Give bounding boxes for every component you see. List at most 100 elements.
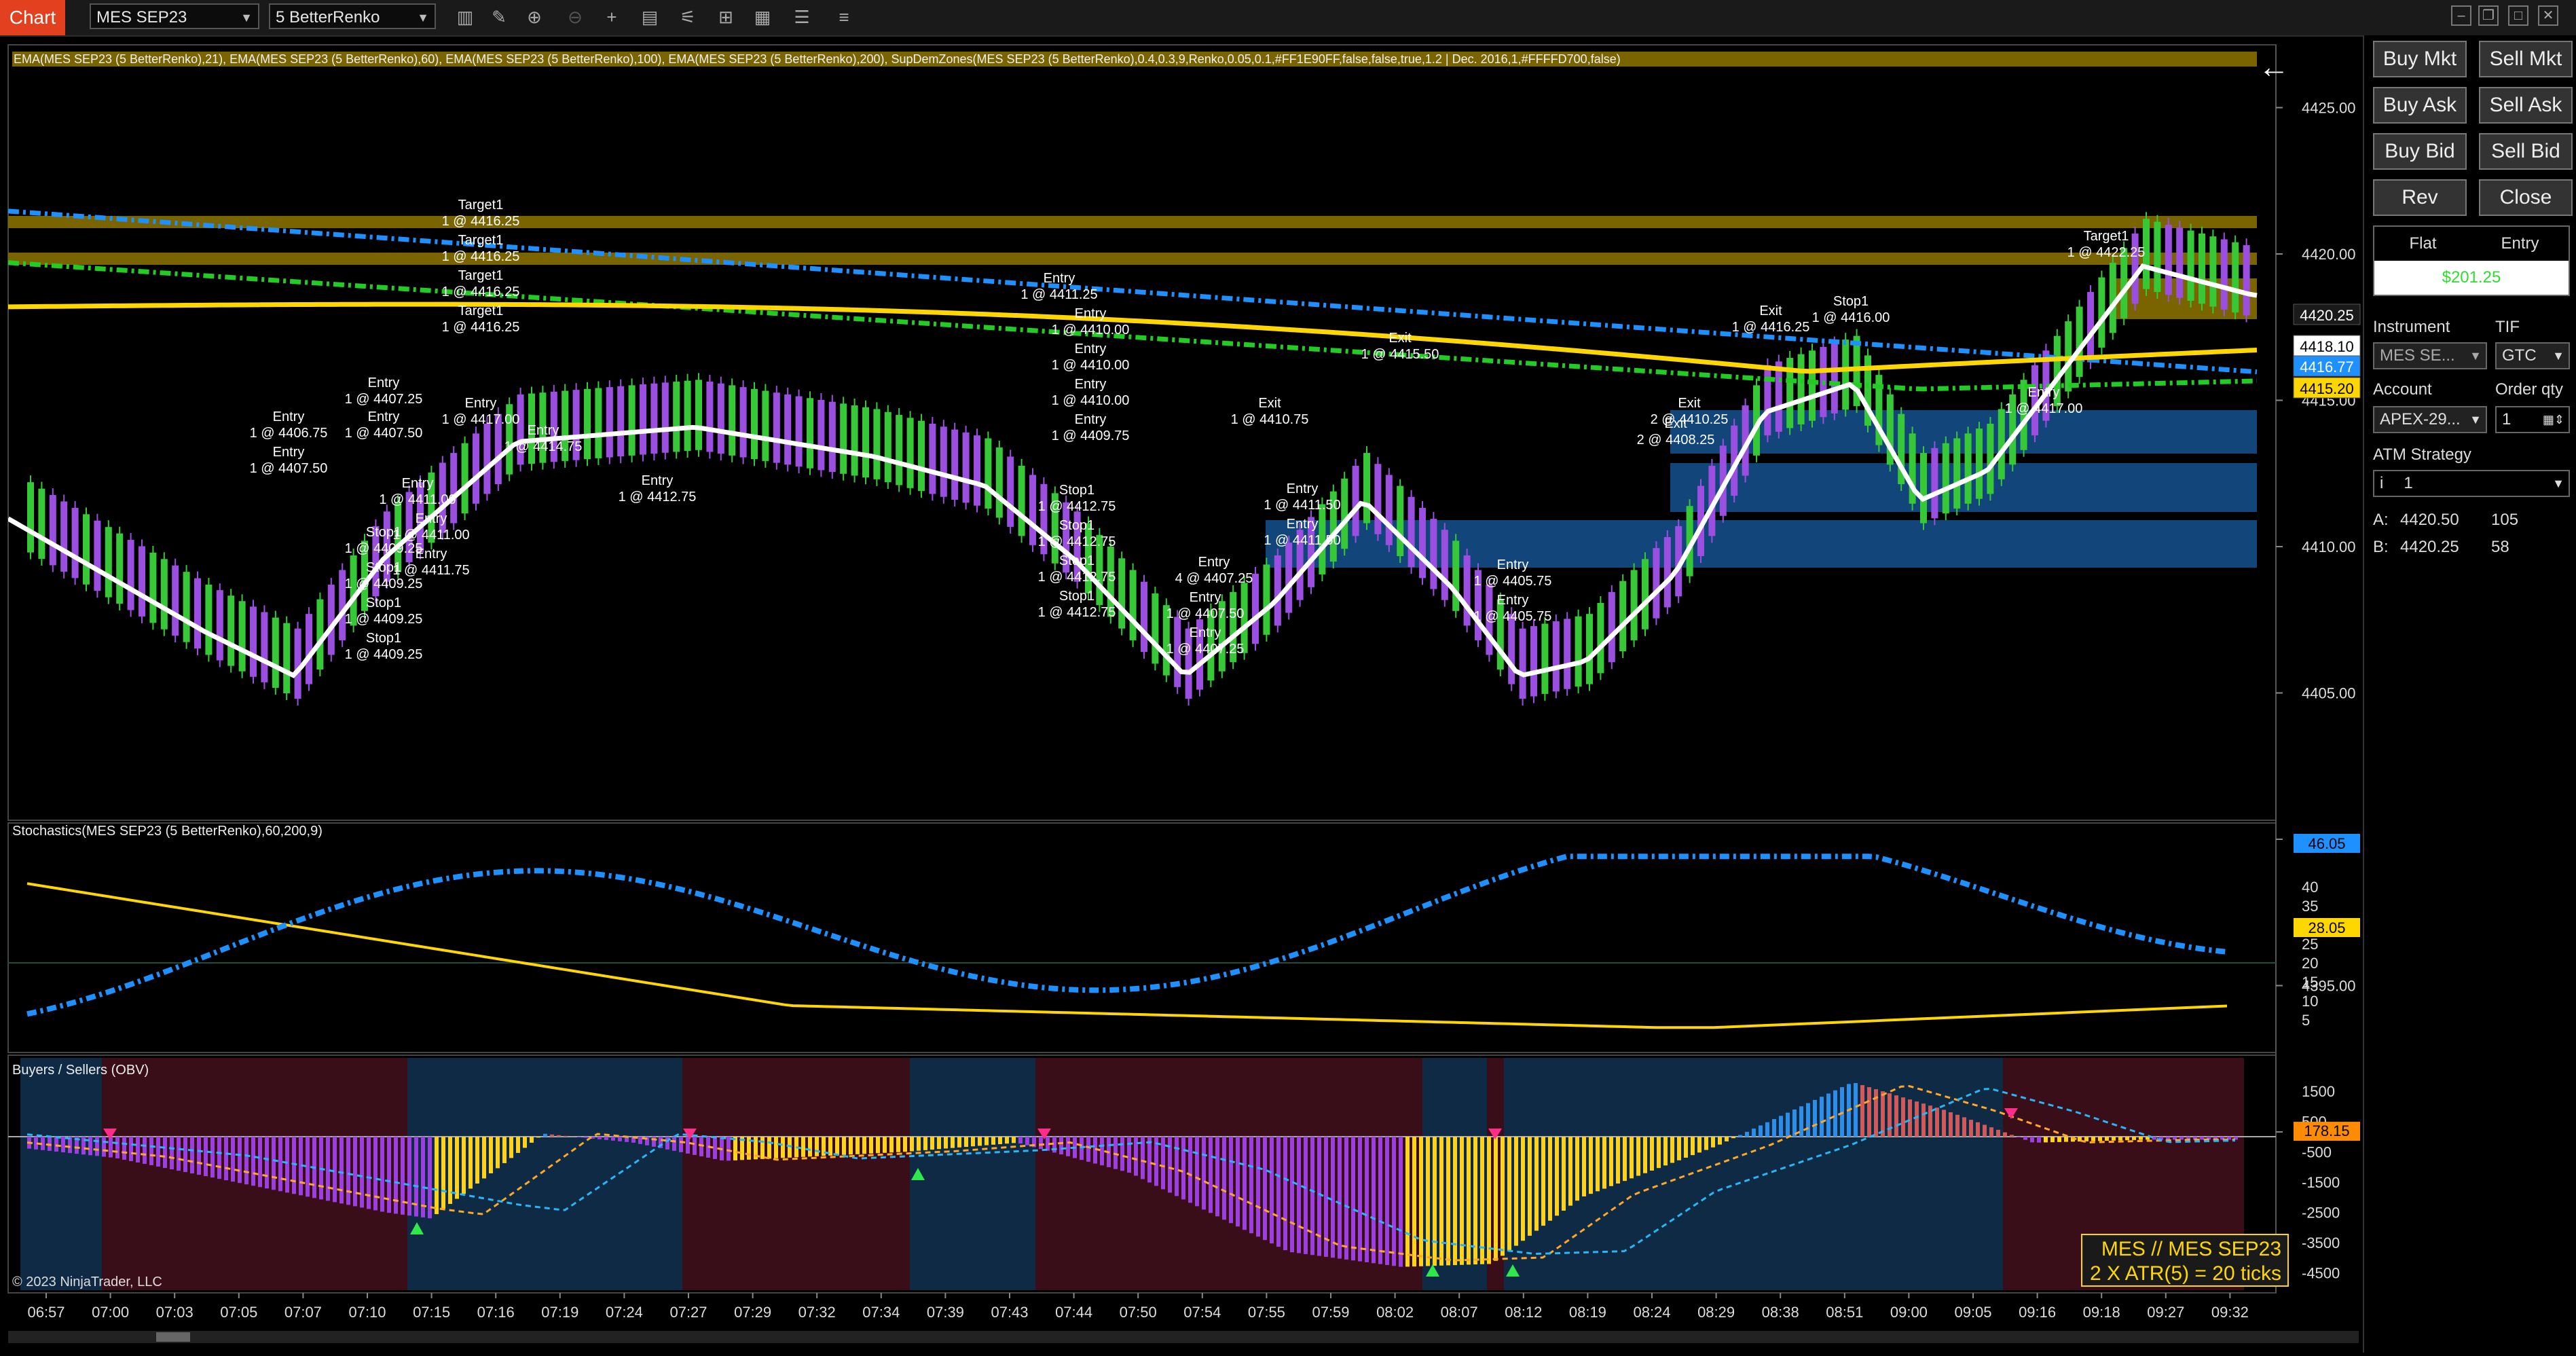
obv-bar [428, 1137, 432, 1218]
order-button-close[interactable]: Close [2479, 179, 2573, 216]
templates-icon[interactable]: ☰ [790, 5, 813, 29]
trade-label-type: Entry [1497, 557, 1529, 572]
scrollbar-thumb[interactable] [156, 1332, 190, 1342]
account-select[interactable]: APEX-29...▼ [2373, 406, 2487, 433]
obv-bar [109, 1137, 113, 1158]
candle [1831, 343, 1838, 413]
candle [1530, 626, 1537, 696]
obv-bar [1555, 1137, 1559, 1215]
candle [105, 527, 112, 597]
crosshair-icon[interactable]: + [600, 5, 623, 29]
time-tick-label: 07:05 [220, 1304, 257, 1321]
candle [796, 397, 803, 466]
order-button-sell-ask[interactable]: Sell Ask [2479, 87, 2573, 124]
obv-bar [1372, 1137, 1376, 1263]
zoom-out-icon[interactable]: ⊖ [564, 5, 587, 29]
trade-label-value: 1 @ 4407.25 [345, 392, 423, 407]
instrument-selector[interactable]: MES SEP23▼ [90, 3, 259, 29]
trade-label-type: Entry [1190, 590, 1221, 605]
trade-label-value: 2 @ 4408.25 [1637, 433, 1715, 447]
obv-bar [1344, 1137, 1348, 1260]
strategies-icon[interactable]: ⊞ [714, 5, 737, 29]
back-arrow-icon[interactable]: ← [2258, 49, 2289, 84]
trade-label-value: 1 @ 4411.50 [1264, 498, 1340, 513]
instrument-select[interactable]: MES SE...▼ [2373, 342, 2487, 369]
order-button-buy-mkt[interactable]: Buy Mkt [2373, 41, 2467, 77]
close-icon[interactable]: ✕ [2538, 5, 2558, 26]
demand-zone [1670, 463, 2257, 512]
chevron-down-icon: ▼ [240, 5, 253, 31]
obv-bar [170, 1137, 174, 1169]
obv-bar [1935, 1107, 1939, 1137]
obv-bar [1222, 1137, 1226, 1220]
indicators-icon[interactable]: ⚟ [676, 5, 699, 29]
calculator-icon[interactable]: ▦⇕ [2543, 407, 2564, 432]
zoom-in-icon[interactable]: ⊕ [523, 5, 546, 29]
obv-bar [1433, 1137, 1437, 1266]
atm-strategy-select[interactable]: i1▼ [2373, 470, 2570, 497]
bar-style-icon[interactable]: ▥ [454, 5, 477, 29]
bar-type-selector[interactable]: 5 BetterRenko▼ [269, 3, 436, 29]
obv-bar [1881, 1091, 1885, 1137]
order-button-sell-bid[interactable]: Sell Bid [2479, 133, 2573, 170]
candle [996, 447, 1003, 517]
candle [1341, 479, 1348, 549]
order-button-rev[interactable]: Rev [2373, 179, 2467, 216]
chart-tab[interactable]: Chart [0, 0, 65, 35]
obv-bar [1691, 1137, 1695, 1155]
candle [695, 380, 702, 450]
position-entry: Entry [2471, 227, 2569, 261]
chart-area[interactable]: Target11 @ 4416.25Target11 @ 4416.25Targ… [0, 35, 2363, 1353]
order-button-buy-ask[interactable]: Buy Ask [2373, 87, 2467, 124]
trade-label-type: Entry [402, 476, 434, 491]
trade-label-value: 1 @ 4411.00 [379, 492, 456, 507]
order-button-buy-bid[interactable]: Buy Bid [2373, 133, 2467, 170]
obv-bar [1548, 1137, 1552, 1221]
tif-select[interactable]: GTC▼ [2495, 342, 2570, 369]
price-tick-label: 4420.00 [2302, 246, 2356, 263]
stoch-badge-label: 28.05 [2308, 919, 2345, 936]
obv-bar [1168, 1137, 1172, 1192]
obv-bar [1358, 1137, 1362, 1262]
obv-bar [1412, 1137, 1416, 1266]
stoch-label: Stochastics(MES SEP23 (5 BetterRenko),60… [12, 824, 323, 839]
trade-label-type: Stop1 [366, 525, 401, 540]
minimize-icon[interactable]: – [2451, 5, 2471, 26]
candle [1943, 443, 1949, 513]
obv-tick-label: 1500 [2302, 1083, 2335, 1100]
time-tick-label: 07:15 [413, 1304, 450, 1321]
obv-bar [2023, 1137, 2027, 1140]
obv-bar [1473, 1137, 1477, 1264]
obv-bar [496, 1137, 500, 1168]
obv-bar [1338, 1137, 1342, 1259]
order-button-sell-mkt[interactable]: Sell Mkt [2479, 41, 2573, 77]
stoch-tick-label: 40 [2302, 879, 2318, 896]
candle [2098, 277, 2105, 347]
restore-icon[interactable]: ❐ [2478, 5, 2499, 26]
time-tick-label: 09:16 [2019, 1304, 2056, 1321]
obv-bar [1039, 1137, 1043, 1149]
candle [1274, 555, 1281, 625]
order-qty-stepper[interactable]: 1▦⇕ [2495, 406, 2570, 433]
trade-label-type: Entry [1287, 481, 1319, 496]
candle [985, 439, 991, 509]
properties-icon[interactable]: ▦ [751, 5, 774, 29]
obv-bar [333, 1137, 337, 1202]
obv-bar [489, 1137, 493, 1173]
obv-bar [1663, 1137, 1668, 1165]
horizontal-scrollbar[interactable] [8, 1331, 2359, 1343]
maximize-icon[interactable]: □ [2508, 5, 2528, 26]
obv-bar [1507, 1137, 1511, 1251]
draw-tool-icon[interactable]: ✎ [487, 5, 511, 29]
obv-bar [679, 1137, 683, 1152]
candle [473, 433, 479, 503]
obv-bar [903, 1137, 907, 1152]
data-box-icon[interactable]: ▤ [638, 5, 661, 29]
menu-icon[interactable]: ≡ [832, 5, 855, 29]
obv-bar [1915, 1101, 1919, 1137]
candle [1608, 592, 1615, 662]
candle [606, 387, 613, 457]
position-box: Flat Entry $201.25 [2373, 225, 2570, 296]
obv-bar [2132, 1137, 2136, 1140]
candle [295, 629, 301, 699]
